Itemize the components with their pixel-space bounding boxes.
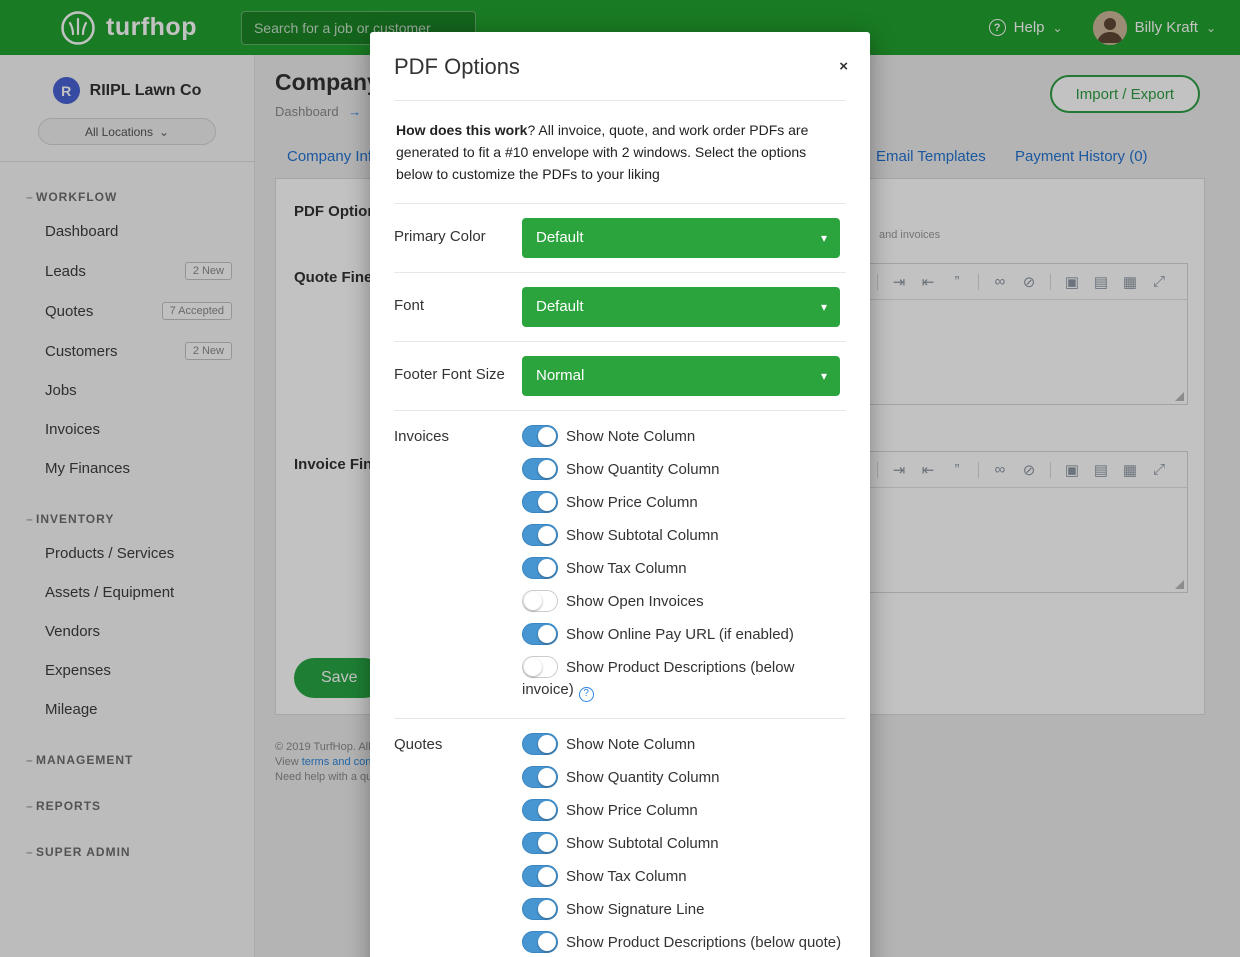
close-icon[interactable]: ×	[839, 58, 848, 75]
toggle-switch[interactable]	[522, 557, 558, 579]
invoices-options-row: Invoices Show Note Column Show Quantity …	[394, 411, 846, 719]
toggle-row: Show Quantity Column	[522, 766, 846, 789]
footer-font-size-value: Normal	[536, 367, 584, 384]
footer-font-size-select[interactable]: Normal ▾	[522, 356, 840, 396]
toggle-knob	[538, 933, 556, 951]
toggle-label: Show Product Descriptions (below quote)	[566, 934, 841, 951]
toggle-knob	[538, 559, 556, 577]
toggle-label: Show Open Invoices	[566, 593, 704, 610]
chevron-down-icon: ▾	[821, 218, 827, 258]
modal-intro: How does this work? All invoice, quote, …	[394, 100, 846, 204]
toggle-knob	[524, 658, 542, 676]
footer-font-size-label: Footer Font Size	[394, 356, 522, 396]
toggle-row: Show Price Column	[522, 491, 846, 514]
pdf-options-modal: PDF Options × How does this work? All in…	[370, 32, 870, 957]
footer-font-size-row: Footer Font Size Normal ▾	[394, 342, 846, 411]
toggle-switch[interactable]	[522, 425, 558, 447]
toggle-row: Show Online Pay URL (if enabled)	[522, 623, 846, 646]
toggle-switch[interactable]	[522, 733, 558, 755]
help-icon[interactable]: ?	[579, 687, 594, 702]
toggle-switch[interactable]	[522, 832, 558, 854]
toggle-switch[interactable]	[522, 491, 558, 513]
font-select[interactable]: Default ▾	[522, 287, 840, 327]
toggle-switch[interactable]	[522, 623, 558, 645]
primary-color-value: Default	[536, 229, 584, 246]
quotes-label: Quotes	[394, 733, 522, 957]
toggle-label: Show Note Column	[566, 736, 695, 753]
chevron-down-icon: ▾	[821, 287, 827, 327]
toggle-row: Show Tax Column	[522, 557, 846, 580]
toggle-switch[interactable]	[522, 656, 558, 678]
toggle-knob	[538, 801, 556, 819]
toggle-knob	[538, 526, 556, 544]
toggle-row: Show Quantity Column	[522, 458, 846, 481]
toggle-switch[interactable]	[522, 898, 558, 920]
toggle-switch[interactable]	[522, 931, 558, 953]
font-value: Default	[536, 298, 584, 315]
toggle-knob	[538, 625, 556, 643]
toggle-switch[interactable]	[522, 524, 558, 546]
toggle-knob	[524, 592, 542, 610]
toggle-label: Show Tax Column	[566, 868, 687, 885]
toggle-label: Show Price Column	[566, 802, 698, 819]
toggle-label: Show Price Column	[566, 494, 698, 511]
toggle-row: Show Open Invoices	[522, 590, 846, 613]
chevron-down-icon: ▾	[821, 356, 827, 396]
toggle-row: Show Signature Line	[522, 898, 846, 921]
toggle-row: Show Subtotal Column	[522, 832, 846, 855]
toggle-knob	[538, 900, 556, 918]
toggle-knob	[538, 460, 556, 478]
toggle-knob	[538, 735, 556, 753]
toggle-label: Show Note Column	[566, 428, 695, 445]
toggle-row: Show Price Column	[522, 799, 846, 822]
modal-header: PDF Options ×	[370, 32, 870, 100]
modal-title: PDF Options	[394, 54, 846, 80]
toggle-row: Show Tax Column	[522, 865, 846, 888]
toggle-row: Show Product Descriptions (below invoice…	[522, 656, 846, 702]
toggle-knob	[538, 834, 556, 852]
toggle-knob	[538, 493, 556, 511]
toggle-switch[interactable]	[522, 590, 558, 612]
toggle-row: Show Note Column	[522, 425, 846, 448]
toggle-switch[interactable]	[522, 458, 558, 480]
toggle-label: Show Product Descriptions (below invoice…	[522, 659, 794, 698]
primary-color-row: Primary Color Default ▾	[394, 204, 846, 273]
invoices-label: Invoices	[394, 425, 522, 704]
toggle-knob	[538, 768, 556, 786]
toggle-row: Show Subtotal Column	[522, 524, 846, 547]
modal-body: How does this work? All invoice, quote, …	[370, 100, 870, 957]
toggle-switch[interactable]	[522, 799, 558, 821]
toggle-label: Show Subtotal Column	[566, 527, 719, 544]
toggle-knob	[538, 867, 556, 885]
toggle-label: Show Subtotal Column	[566, 835, 719, 852]
font-row: Font Default ▾	[394, 273, 846, 342]
toggle-row: Show Product Descriptions (below quote)?	[522, 931, 846, 957]
toggle-label: Show Tax Column	[566, 560, 687, 577]
font-label: Font	[394, 287, 522, 327]
invoices-toggle-list: Show Note Column Show Quantity Column Sh…	[522, 425, 846, 704]
toggle-label: Show Quantity Column	[566, 769, 719, 786]
toggle-label: Show Signature Line	[566, 901, 704, 918]
intro-bold: How does this work	[396, 122, 527, 138]
primary-color-label: Primary Color	[394, 218, 522, 258]
toggle-knob	[538, 427, 556, 445]
quotes-toggle-list: Show Note Column Show Quantity Column Sh…	[522, 733, 846, 957]
quotes-options-row: Quotes Show Note Column Show Quantity Co…	[394, 719, 846, 957]
toggle-label: Show Online Pay URL (if enabled)	[566, 626, 794, 643]
toggle-switch[interactable]	[522, 865, 558, 887]
primary-color-select[interactable]: Default ▾	[522, 218, 840, 258]
toggle-row: Show Note Column	[522, 733, 846, 756]
toggle-switch[interactable]	[522, 766, 558, 788]
toggle-label: Show Quantity Column	[566, 461, 719, 478]
